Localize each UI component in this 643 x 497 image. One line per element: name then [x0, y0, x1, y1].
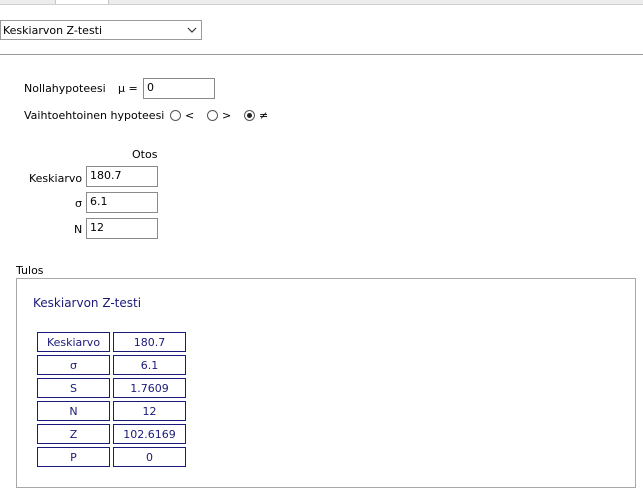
sample-n-input[interactable]: 12 — [86, 218, 158, 239]
result-value: 180.7 — [113, 332, 186, 352]
test-type-dropdown[interactable]: Keskiarvon Z-testi — [0, 20, 202, 40]
radio-less-than-label: < — [185, 109, 195, 122]
result-value: 12 — [113, 401, 186, 421]
sample-mean-input[interactable]: 180.7 — [86, 166, 158, 187]
result-value: 102.6169 — [113, 424, 186, 444]
sample-sigma-label: σ — [75, 197, 82, 210]
sample-sigma-input[interactable]: 6.1 — [86, 192, 158, 213]
result-value: 0 — [113, 447, 186, 467]
top-tab-strip — [0, 0, 643, 5]
chevron-down-icon — [183, 21, 201, 39]
radio-greater-than-label: > — [222, 109, 232, 122]
result-value: 1.7609 — [113, 378, 186, 398]
active-tab[interactable] — [55, 0, 109, 4]
radio-circle-selected — [244, 110, 255, 121]
radio-not-equal[interactable]: ≠ — [244, 109, 268, 122]
result-value: 6.1 — [113, 355, 186, 375]
table-row: S 1.7609 — [37, 378, 186, 398]
result-key: σ — [37, 355, 110, 375]
radio-less-than[interactable]: < — [170, 109, 194, 122]
mu-label: μ = — [118, 82, 138, 95]
table-row: N 12 — [37, 401, 186, 421]
radio-circle — [207, 110, 218, 121]
result-key: Z — [37, 424, 110, 444]
sample-n-label: N — [74, 223, 83, 236]
radio-not-equal-label: ≠ — [259, 109, 269, 122]
result-key: N — [37, 401, 110, 421]
table-row: σ 6.1 — [37, 355, 186, 375]
result-table: Keskiarvo 180.7 σ 6.1 S 1.7609 N 12 Z 10… — [34, 329, 189, 470]
result-section-label: Tulos — [16, 264, 44, 277]
result-title: Keskiarvon Z-testi — [33, 296, 142, 310]
result-key: P — [37, 447, 110, 467]
section-divider — [0, 54, 643, 55]
sample-header: Otos — [132, 148, 158, 161]
sample-mean-label: Keskiarvo — [29, 172, 83, 185]
null-hypothesis-label: Nollahypoteesi — [24, 82, 106, 95]
result-key: Keskiarvo — [37, 332, 110, 352]
result-panel: Keskiarvon Z-testi Keskiarvo 180.7 σ 6.1… — [16, 278, 636, 488]
table-row: Keskiarvo 180.7 — [37, 332, 186, 352]
radio-circle — [170, 110, 181, 121]
table-row: Z 102.6169 — [37, 424, 186, 444]
test-type-value: Keskiarvon Z-testi — [3, 24, 103, 37]
result-key: S — [37, 378, 110, 398]
table-row: P 0 — [37, 447, 186, 467]
mu-input[interactable]: 0 — [143, 78, 215, 99]
alternative-hypothesis-label: Vaihtoehtoinen hypoteesi — [24, 109, 165, 122]
radio-greater-than[interactable]: > — [207, 109, 231, 122]
